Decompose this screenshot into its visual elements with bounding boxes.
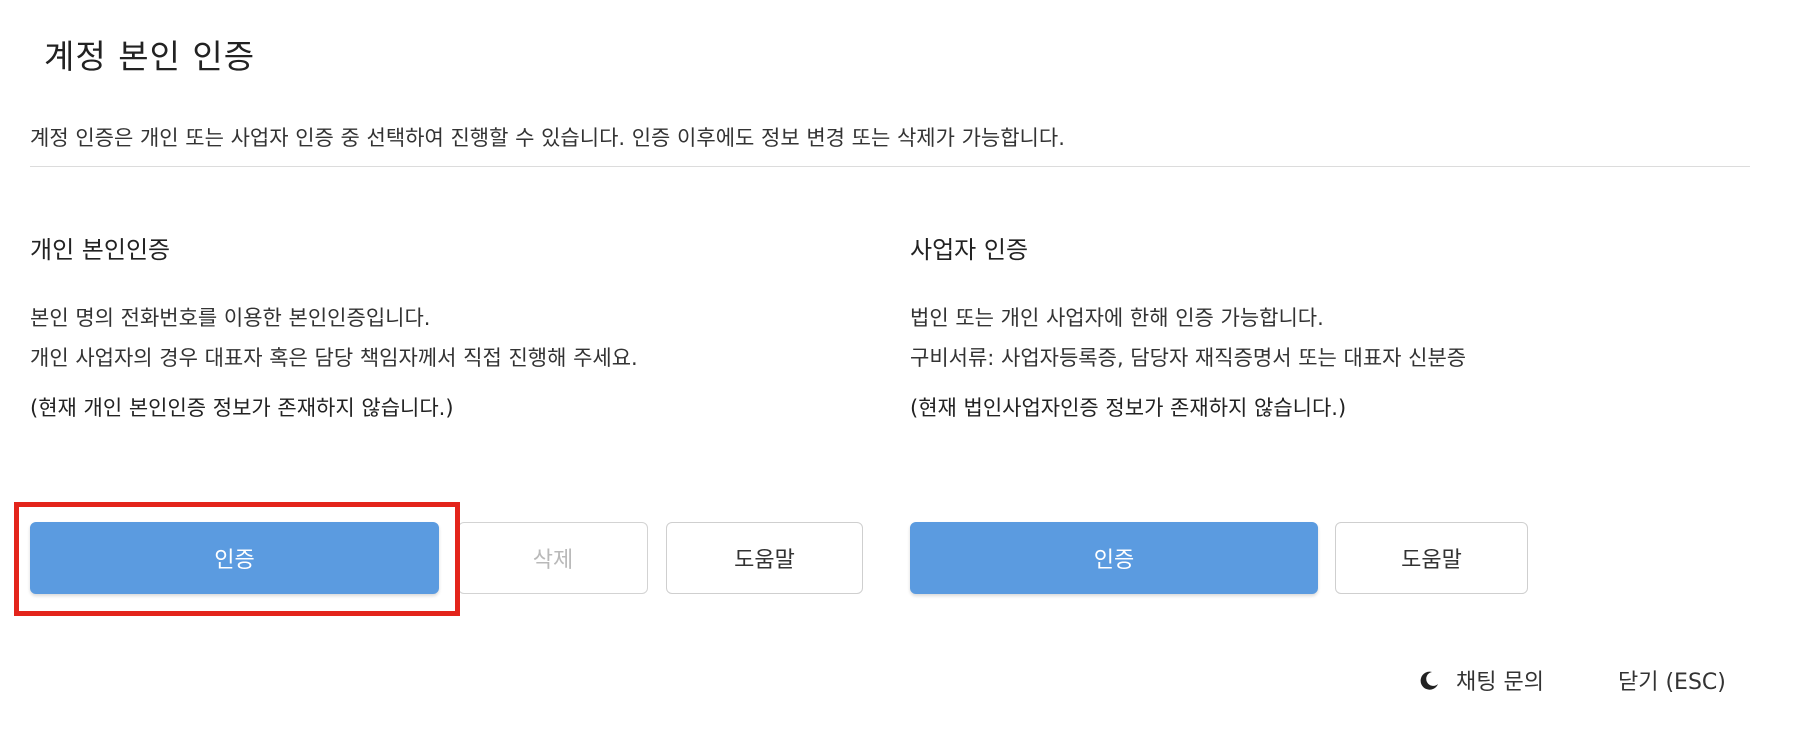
business-desc-line1: 법인 또는 개인 사업자에 한해 인증 가능합니다.: [910, 306, 1324, 330]
personal-desc-line2: 개인 사업자의 경우 대표자 혹은 담당 책임자께서 직접 진행해 주세요.: [30, 346, 638, 370]
moon-icon: [1418, 669, 1440, 691]
chat-inquiry-label: 채팅 문의: [1456, 670, 1544, 695]
highlight-box: [14, 502, 460, 616]
personal-delete-button: 삭제: [458, 522, 648, 594]
business-desc-line2: 구비서류: 사업자등록증, 담당자 재직증명서 또는 대표자 신분증: [910, 346, 1467, 370]
chat-inquiry-link[interactable]: 채팅 문의: [1418, 664, 1544, 696]
divider: [30, 166, 1750, 167]
personal-status-note: (현재 개인 본인인증 정보가 존재하지 않습니다.): [30, 396, 454, 420]
business-section-title: 사업자 인증: [910, 236, 1029, 264]
personal-section-title: 개인 본인인증: [30, 236, 171, 264]
personal-help-button[interactable]: 도움말: [666, 522, 863, 594]
dialog-title: 계정 본인 인증: [44, 37, 256, 76]
personal-desc-line1: 본인 명의 전화번호를 이용한 본인인증입니다.: [30, 306, 431, 330]
close-esc-button[interactable]: 닫기 (ESC): [1618, 664, 1726, 696]
business-verify-button[interactable]: 인증: [910, 522, 1318, 594]
dialog-description: 계정 인증은 개인 또는 사업자 인증 중 선택하여 진행할 수 있습니다. 인…: [30, 126, 1065, 150]
business-status-note: (현재 법인사업자인증 정보가 존재하지 않습니다.): [910, 396, 1347, 420]
business-help-button[interactable]: 도움말: [1335, 522, 1528, 594]
